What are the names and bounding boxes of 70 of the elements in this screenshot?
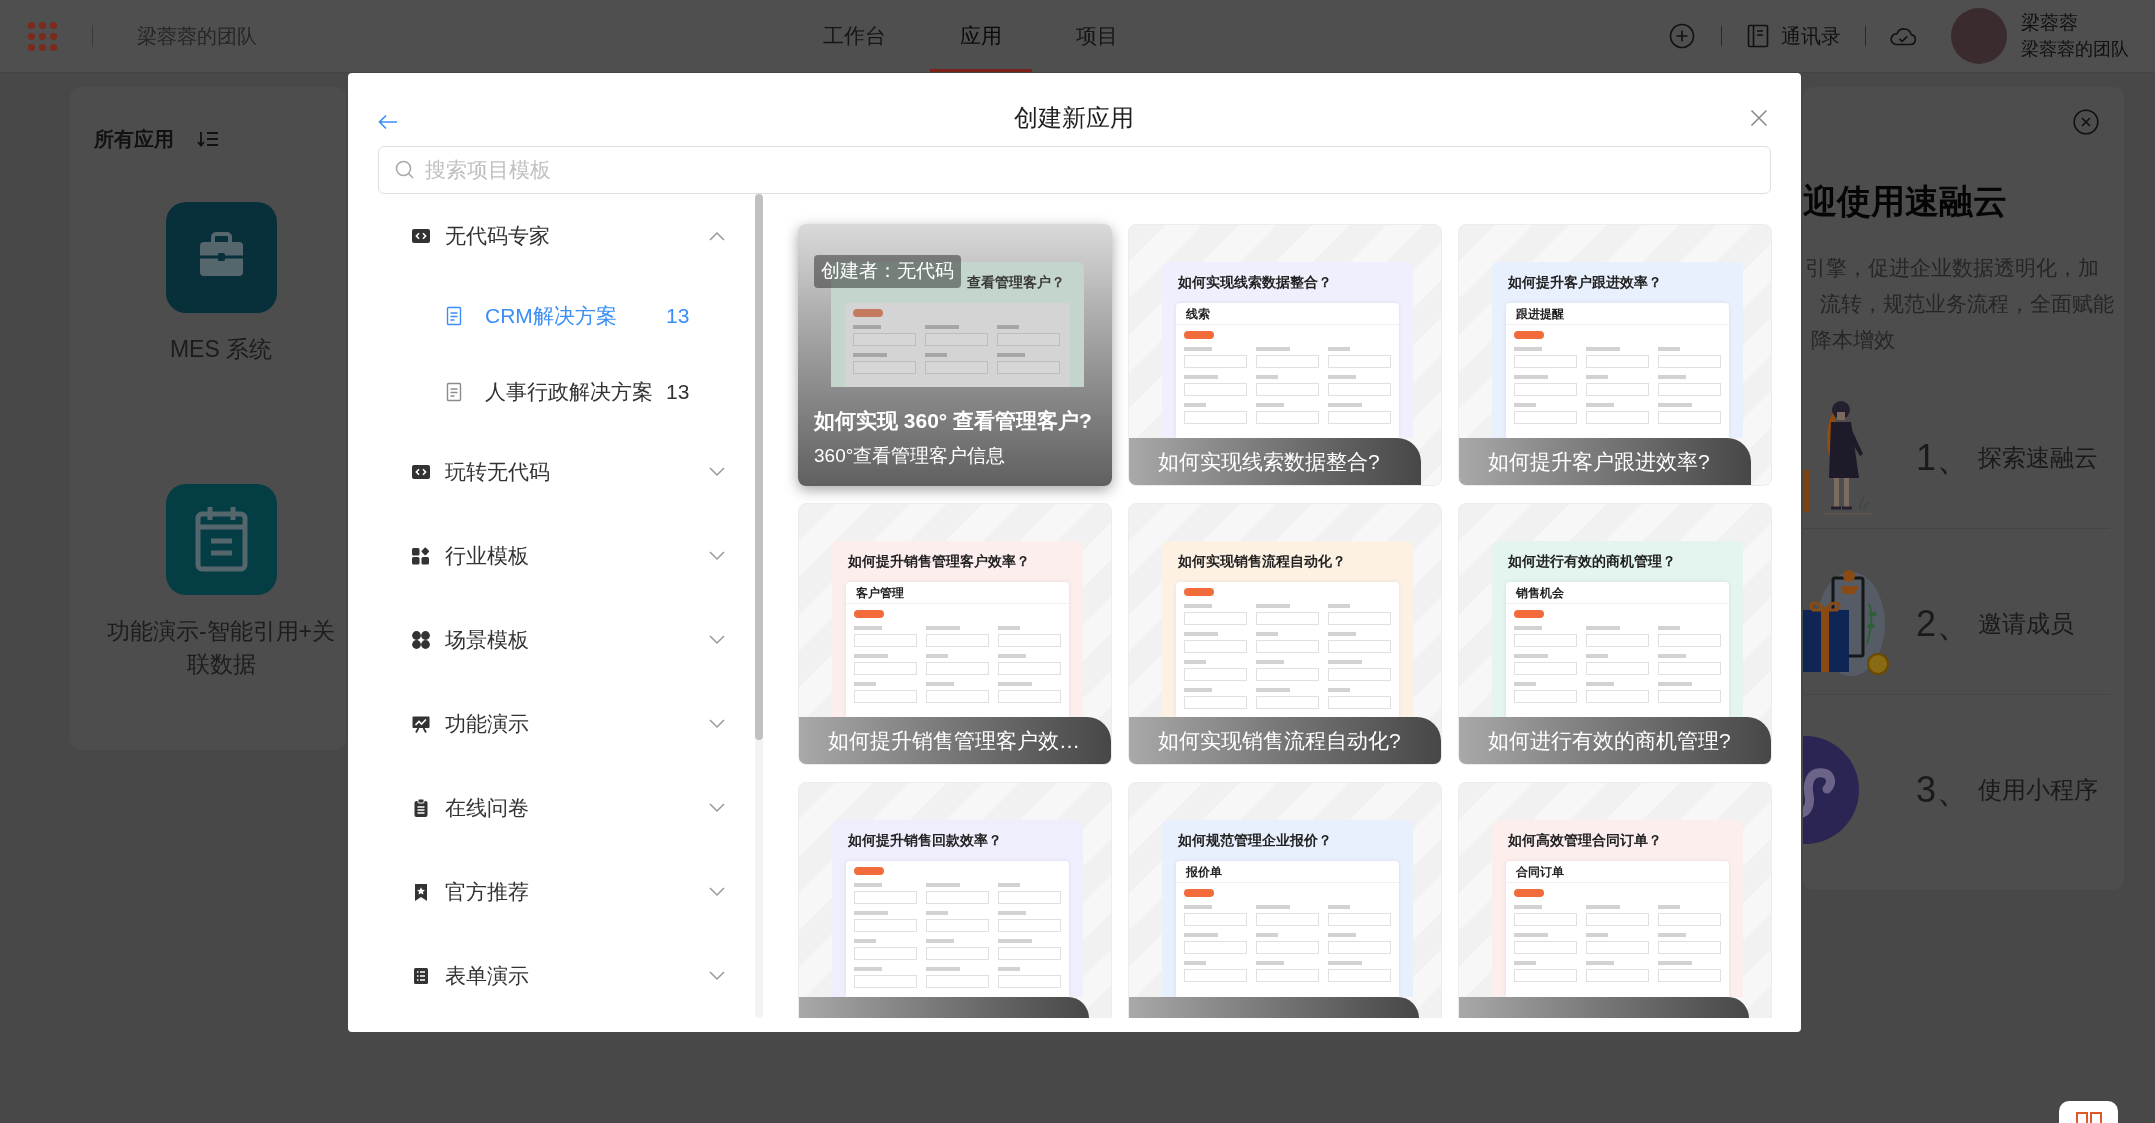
briefcase-icon[interactable] xyxy=(165,202,277,313)
welcome-title: 迎使用速融云 xyxy=(1803,181,2007,222)
preview-heading: 如何提升客户跟进效率？ xyxy=(1508,273,1662,291)
template-card[interactable]: 查看管理客户？ 创建者：无代码 如何实现 360° 查看管理客户? 360°查看管理客户信息 xyxy=(798,224,1112,486)
cloud-check-icon[interactable] xyxy=(1889,25,1917,47)
panel-title: 销售机会 xyxy=(1506,582,1729,604)
code-icon xyxy=(411,226,431,246)
sort-icon[interactable] xyxy=(197,130,219,148)
category-item[interactable]: 官方推荐 xyxy=(378,850,755,934)
back-icon[interactable] xyxy=(378,114,398,130)
category-item[interactable]: 无代码专家 xyxy=(378,194,755,278)
panel-title: 合同订单 xyxy=(1506,861,1729,883)
scrollbar-thumb[interactable] xyxy=(755,194,763,740)
grid-icon xyxy=(2075,1112,2102,1123)
preview-heading: 如何进行有效的商机管理？ xyxy=(1508,552,1676,570)
card-title: 如何进行有效的商机管理? xyxy=(1459,717,1771,764)
category-item[interactable]: 功能演示 xyxy=(378,682,755,766)
template-card[interactable]: 如何提升销售管理客户效率？ 客户管理 如何提升销售管理客户效… xyxy=(798,503,1112,765)
preview-heading: 如何实现销售流程自动化？ xyxy=(1178,552,1346,570)
template-card[interactable]: 如何实现销售流程自动化？ 如何实现销售流程自动化? xyxy=(1128,503,1442,765)
avatar[interactable] xyxy=(1951,8,2007,64)
template-card[interactable]: 如何规范管理企业报价？ 报价单 xyxy=(1128,782,1442,1018)
address-book-icon xyxy=(1747,24,1769,48)
category-item[interactable]: 场景模板 xyxy=(378,598,755,682)
card-title: 如何实现 360° 查看管理客户? xyxy=(814,408,1092,434)
template-card[interactable]: 如何提升销售回款效率？ xyxy=(798,782,1112,1018)
close-icon[interactable] xyxy=(2073,109,2099,135)
card-title: 如何提升客户跟进效率? xyxy=(1459,438,1751,485)
category-item[interactable]: 玩转无代码 xyxy=(378,430,755,514)
preview-heading: 如何规范管理企业报价？ xyxy=(1178,831,1332,849)
creator-badge: 创建者：无代码 xyxy=(814,255,961,288)
preview-heading: 如何提升销售回款效率？ xyxy=(848,831,1002,849)
card-title: 如何提升销售管理客户效… xyxy=(799,717,1111,764)
template-card[interactable]: 如何进行有效的商机管理？ 销售机会 如何进行有效的商机管理? xyxy=(1458,503,1772,765)
user-name: 梁蓉蓉 xyxy=(2021,11,2079,35)
close-icon[interactable] xyxy=(1750,109,1768,127)
floating-button[interactable] xyxy=(2059,1101,2118,1123)
card-description: 360°查看管理客户信息 xyxy=(814,444,1006,468)
user-team: 梁蓉蓉的团队 xyxy=(2021,38,2129,61)
panel-title: 跟进提醒 xyxy=(1506,303,1729,325)
add-icon[interactable] xyxy=(1669,23,1695,49)
list-icon xyxy=(411,966,431,986)
preview-heading: 如何提升销售管理客户效率？ xyxy=(848,552,1030,570)
template-card[interactable]: 如何实现线索数据整合？ 线索 如何实现线索数据整合? xyxy=(1128,224,1442,486)
template-card[interactable]: 如何高效管理合同订单？ 合同订单 xyxy=(1458,782,1772,1018)
blocks-icon xyxy=(411,546,431,566)
search-field[interactable]: 搜索项目模板 xyxy=(378,146,1771,194)
preview-heading: 如何高效管理合同订单？ xyxy=(1508,831,1662,849)
category-item[interactable]: 行业模板 xyxy=(378,514,755,598)
clover-icon xyxy=(411,630,431,650)
search-icon xyxy=(395,160,414,179)
template-card[interactable]: 如何提升客户跟进效率？ 跟进提醒 如何提升客户跟进效率? xyxy=(1458,224,1772,486)
category-item[interactable]: 在线问卷 xyxy=(378,766,755,850)
preview-heading: 查看管理客户？ xyxy=(967,273,1065,291)
panel-title: 所有应用 xyxy=(94,127,174,152)
preview-heading: 如何实现线索数据整合？ xyxy=(1178,273,1332,291)
template-category[interactable]: 人事行政解决方案 13 xyxy=(378,354,755,430)
apps-grid-icon[interactable] xyxy=(27,20,58,52)
code-icon xyxy=(411,462,431,482)
panel-title: 线索 xyxy=(1176,303,1399,325)
document-icon xyxy=(444,306,464,326)
card-title: 如何实现销售流程自动化? xyxy=(1129,717,1441,764)
category-item[interactable]: 表单演示 xyxy=(378,934,755,1018)
panel-title: 报价单 xyxy=(1176,861,1399,883)
card-title: 如何实现线索数据整合? xyxy=(1129,438,1421,485)
document-icon xyxy=(444,382,464,402)
panel-title: 客户管理 xyxy=(846,582,1069,604)
chart-board-icon xyxy=(411,714,431,734)
dialog-title: 创建新应用 xyxy=(1014,103,1134,133)
notepad-icon[interactable] xyxy=(165,484,277,595)
